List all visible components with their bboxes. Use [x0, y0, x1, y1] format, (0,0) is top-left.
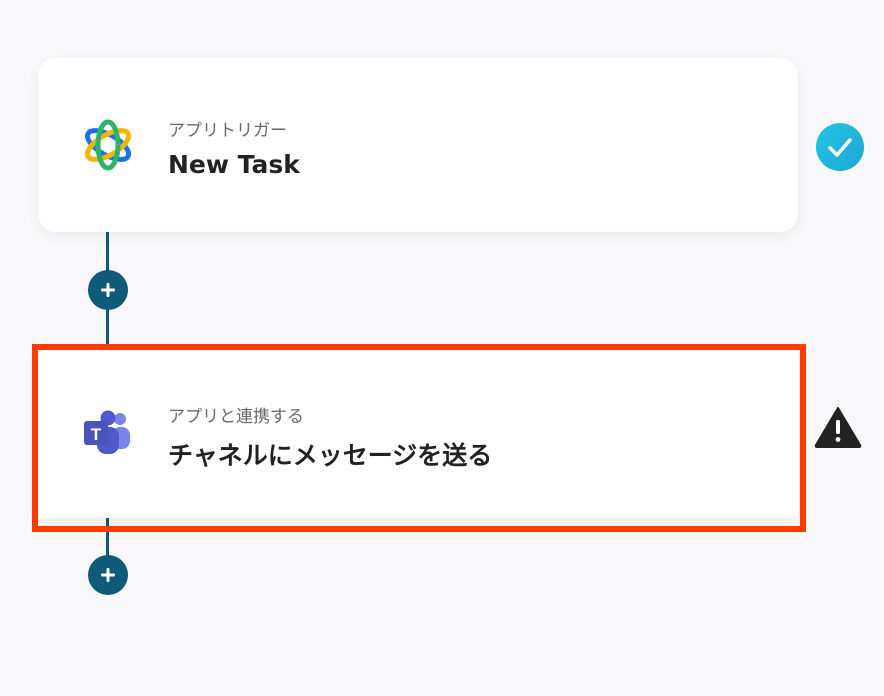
add-step-button[interactable]	[88, 270, 128, 310]
action-step-card[interactable]: T アプリと連携する チャネルにメッセージを送る	[38, 350, 798, 518]
flow-connector-line	[106, 518, 109, 558]
svg-text:T: T	[91, 425, 102, 444]
warning-triangle-icon	[814, 407, 862, 448]
check-circle-icon	[816, 123, 864, 171]
teams-logo-icon: T	[84, 410, 130, 454]
step-subtitle: アプリと連携する	[168, 407, 304, 427]
step-title: New Task	[168, 150, 300, 179]
add-step-button[interactable]	[88, 555, 128, 595]
plus-icon	[101, 283, 115, 297]
plus-icon	[101, 568, 115, 582]
step-subtitle: アプリトリガー	[168, 121, 287, 141]
app-logo-icon	[84, 119, 132, 171]
trigger-step-card[interactable]: アプリトリガー New Task	[38, 58, 798, 232]
step-title: チャネルにメッセージを送る	[168, 441, 493, 470]
